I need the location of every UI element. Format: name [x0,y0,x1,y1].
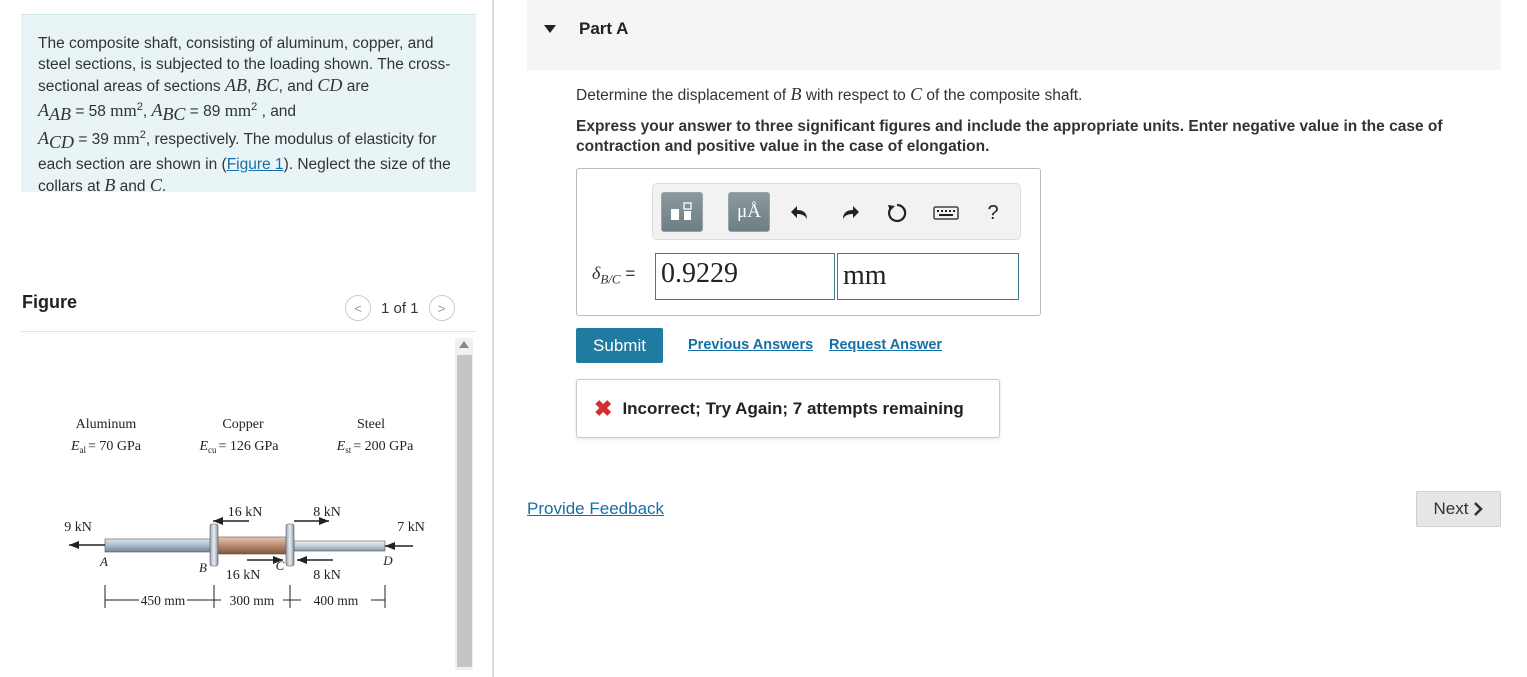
reset-icon[interactable] [884,200,910,226]
figure-pager: < 1 of 1 > [345,294,455,322]
part-a-label: Part A [579,19,629,38]
figure-title: Figure [22,292,78,312]
panel-divider [492,0,494,677]
point-b: B [199,560,207,575]
answer-value-input[interactable]: 0.9229 [655,253,835,300]
next-button[interactable]: Next [1416,491,1501,527]
question-text: Determine the displacement of B with res… [576,84,1083,104]
problem-statement: The composite shaft, consisting of alumi… [21,14,476,195]
load-9-label: 9 kN [64,520,92,535]
collar-b-shape [209,523,219,567]
figure-scroll-thumb[interactable] [457,355,472,667]
copper-section [216,536,288,555]
error-x-icon: ✖ [594,395,613,421]
dimension-bc: 300 mm [230,593,275,608]
caret-down-icon[interactable] [544,25,556,33]
help-button[interactable]: ? [980,200,1006,226]
chevron-right-icon: > [437,300,446,316]
load-16-top-label: 16 kN [228,505,263,520]
chevron-right-icon [1474,502,1484,516]
problem-and: , and [278,78,314,95]
figure-prev-button[interactable]: < [345,295,371,321]
area-bc: ABC = 89 mm2 [151,100,258,125]
next-label: Next [1433,499,1469,518]
section-bc: BC [255,75,279,95]
dimension-cd: 400 mm [314,593,359,608]
section-ab: AB [224,75,247,95]
scroll-up-icon[interactable] [459,341,469,348]
units-icon: μÅ [737,201,761,222]
shaft-diagram: Aluminum Eal = 70 GPa Copper Ecu = 126 GPa… [64,417,425,608]
load-8-bottom-label: 8 kN [313,568,341,583]
figure-link[interactable]: Figure 1 [227,156,284,173]
collar-c-shape [285,523,295,567]
aluminum-section [104,538,212,553]
feedback-text: Incorrect; Try Again; 7 attempts remaini… [622,398,964,418]
aluminum-modulus: Eal = 70 GPa [70,439,142,455]
copper-modulus: Ecu = 126 GPa [198,439,279,455]
aluminum-label: Aluminum [76,417,137,432]
part-a-header[interactable] [527,0,1501,70]
steel-label: Steel [357,417,385,432]
help-icon: ? [987,201,999,224]
units-button[interactable]: μÅ [728,192,770,232]
point-c: C [276,558,285,573]
feedback-message: ✖ Incorrect; Try Again; 7 attempts remai… [576,379,1000,438]
copper-label: Copper [222,417,264,432]
figure-next-button[interactable]: > [428,295,455,321]
redo-icon[interactable] [837,200,863,226]
area-cd: ACD = 39 mm2 [38,128,146,153]
load-8-top-label: 8 kN [313,505,341,520]
dimension-ab: 450 mm [141,593,186,608]
undo-icon[interactable] [787,200,813,226]
answer-label: δB/C = [592,263,636,287]
previous-answers-link[interactable]: Previous Answers [688,337,813,353]
section-cd: CD [317,75,343,95]
collar-c: C [149,174,162,195]
provide-feedback-link[interactable]: Provide Feedback [527,499,664,519]
steel-modulus: Est = 200 GPa [336,439,414,455]
keyboard-icon[interactable] [931,200,961,226]
collar-b: B [104,174,116,195]
point-a: A [99,554,108,569]
templates-icon [671,202,692,220]
problem-and-2: , and [261,103,297,121]
answer-instructions: Express your answer to three significant… [576,118,1443,155]
load-16-bottom-label: 16 kN [226,568,261,583]
chevron-left-icon: < [354,300,362,316]
load-7-label: 7 kN [397,520,425,535]
request-answer-link[interactable]: Request Answer [829,337,942,353]
answer-unit-input[interactable]: mm [837,253,1019,300]
point-d: D [382,553,393,568]
submit-button[interactable]: Submit [576,328,663,363]
figure-separator [21,331,476,332]
figure-page-count: 1 of 1 [381,299,419,317]
math-toolbar: μÅ ? [652,183,1021,240]
problem-are: are [346,78,370,95]
area-ab: AAB = 58 mm2 [38,100,143,125]
steel-section [293,540,386,552]
templates-button[interactable] [661,192,703,232]
